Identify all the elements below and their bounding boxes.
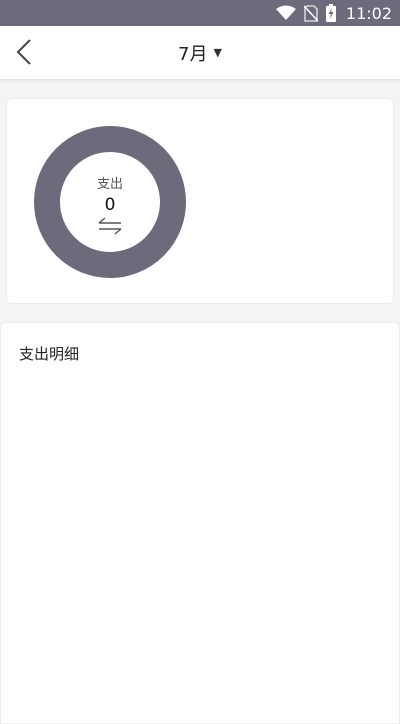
month-label: 7月 bbox=[178, 43, 208, 65]
no-sim-icon bbox=[303, 4, 318, 22]
wifi-icon bbox=[275, 5, 296, 20]
detail-card: 支出明细 bbox=[0, 322, 400, 724]
month-selector[interactable]: 7月 ▼ bbox=[160, 26, 240, 79]
status-bar: 11:02 bbox=[0, 0, 400, 26]
swap-arrows-icon[interactable] bbox=[97, 216, 123, 236]
battery-charging-icon bbox=[325, 4, 336, 22]
status-icons: 11:02 bbox=[275, 3, 392, 23]
back-button[interactable] bbox=[6, 34, 42, 70]
chevron-left-icon bbox=[16, 39, 31, 65]
app-bar: 7月 ▼ bbox=[0, 26, 400, 80]
expense-total: 0 bbox=[104, 194, 116, 215]
detail-title: 支出明细 bbox=[19, 345, 80, 363]
caret-down-icon: ▼ bbox=[213, 46, 222, 59]
expense-label: 支出 bbox=[96, 176, 123, 192]
summary-card: 支出 0 bbox=[6, 98, 394, 304]
status-time: 11:02 bbox=[345, 3, 392, 23]
donut-center: 支出 0 bbox=[33, 125, 187, 279]
